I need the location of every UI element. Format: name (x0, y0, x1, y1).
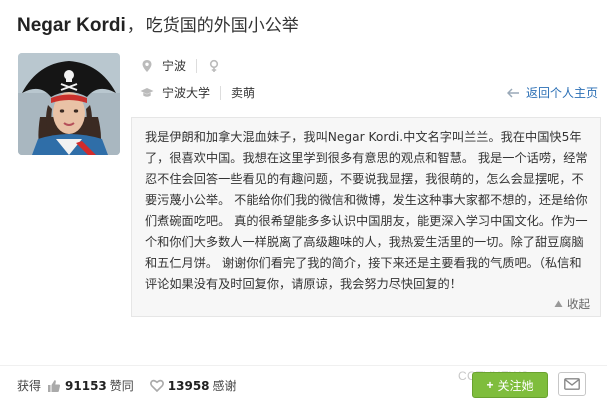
back-to-profile-link[interactable]: 返回个人主页 (506, 84, 598, 101)
location-row: 宁波 (140, 57, 229, 74)
back-arrow-icon (506, 87, 519, 98)
user-name[interactable]: Negar Kordi (17, 15, 126, 37)
back-link-label: 返回个人主页 (525, 86, 598, 100)
section-divider (0, 365, 607, 366)
gender-icon (209, 59, 219, 72)
divider (196, 58, 198, 73)
header-separator: ， (126, 16, 144, 36)
stats-bar: 获得 91153 赞同 13958 感谢 (17, 377, 237, 394)
user-tagline: 吃货国的外国小公举 (145, 16, 299, 36)
school-text[interactable]: 宁波大学 (162, 84, 210, 101)
heart-icon (149, 379, 164, 392)
collapse-label: 收起 (567, 297, 590, 311)
collapse-arrow-icon (554, 300, 563, 307)
upvote-label: 赞同 (109, 379, 134, 393)
location-icon (142, 59, 152, 72)
message-button[interactable] (558, 372, 586, 396)
divider (220, 85, 222, 100)
bio-box: 我是伊朗和加拿大混血妹子，我叫Negar Kordi.中文名字叫兰兰。我在中国快… (131, 117, 601, 317)
collapse-button[interactable]: 收起 (554, 296, 590, 312)
education-row: 宁波大学 卖萌 返回个人主页 (140, 84, 598, 101)
received-label: 获得 (17, 379, 42, 393)
profile-header: Negar Kordi ， 吃货国的外国小公举 (17, 11, 299, 43)
follow-label: 关注她 (497, 378, 534, 393)
thanks-count: 13958 (167, 378, 210, 393)
thumbs-up-icon (48, 379, 61, 392)
follow-button[interactable]: + 关注她 (472, 372, 548, 398)
location-text[interactable]: 宁波 (162, 57, 186, 74)
trait-text[interactable]: 卖萌 (231, 84, 255, 101)
thanks-label: 感谢 (212, 379, 237, 393)
plus-icon: + (486, 378, 494, 392)
message-icon (564, 378, 580, 390)
bio-text: 我是伊朗和加拿大混血妹子，我叫Negar Kordi.中文名字叫兰兰。我在中国快… (145, 130, 588, 291)
avatar-image (18, 53, 120, 155)
upvote-count: 91153 (65, 378, 107, 393)
education-icon (140, 87, 154, 97)
avatar[interactable] (18, 53, 120, 155)
